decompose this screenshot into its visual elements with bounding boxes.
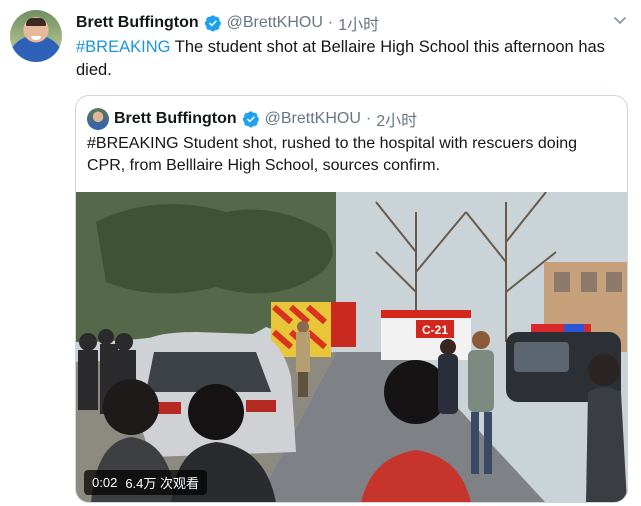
chevron-down-icon[interactable] [612,12,628,28]
author-handle[interactable]: @BrettKHOU [227,14,323,32]
quoted-author-name: Brett Buffington [114,110,237,127]
hashtag-link[interactable]: #BREAKING [76,38,170,56]
author-avatar[interactable] [10,10,62,62]
video-player[interactable]: C-21 0:02 6.4万 次观看 [76,192,627,502]
tweet-header: Brett Buffington @BrettKHOU · 1小时 [76,11,379,35]
verified-badge-icon [242,111,259,128]
verified-badge-icon [204,15,221,32]
video-frame: C-21 [76,192,627,502]
video-badge: 0:02 6.4万 次观看 [84,470,207,495]
avatar-hair [26,18,46,26]
separator-dot: · [365,110,372,127]
engine-label: C-21 [422,323,448,337]
quoted-author-handle: @BrettKHOU [264,110,361,127]
officer [296,321,310,397]
video-views: 6.4万 次观看 [125,476,199,491]
quoted-tweet-text: #BREAKING Student shot, rushed to the ho… [87,135,578,174]
tweet-timestamp[interactable]: 1小时 [338,11,379,35]
quoted-tweet-card[interactable]: Brett Buffington @BrettKHOU · 2小时 #BREAK… [75,95,628,503]
separator-dot: · [327,14,334,31]
tweet-text: #BREAKING The student shot at Bellaire H… [76,36,616,82]
quoted-tweet-header: Brett Buffington @BrettKHOU · 2小时 [87,107,417,131]
avatar-smile [31,36,41,40]
author-name[interactable]: Brett Buffington [76,14,199,32]
quoted-tweet-timestamp: 2小时 [376,113,418,130]
video-duration: 0:02 [92,475,118,490]
quoted-author-avatar [87,108,109,130]
